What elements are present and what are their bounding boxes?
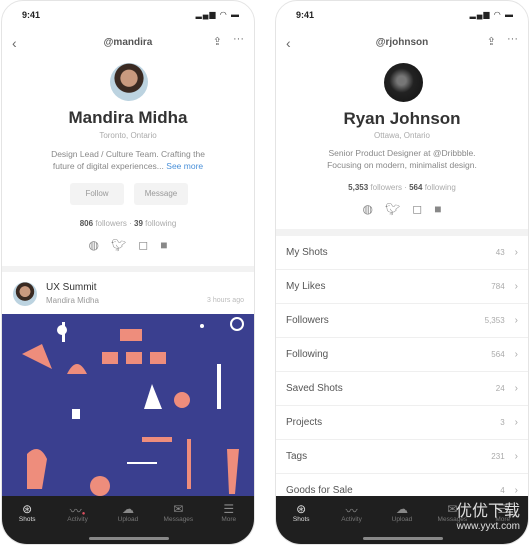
row-label: Goods for Sale (286, 485, 353, 496)
status-icons: ▂▄▆ ◠ ▬ (469, 10, 514, 19)
activity-icon: 〰● (69, 504, 86, 518)
chevron-right-icon: › (514, 451, 518, 462)
menu-row[interactable]: Saved Shots 24 › (276, 372, 528, 406)
more-icon[interactable]: ··· (233, 33, 244, 45)
profile-screen-rjohnson: 9:41 ▂▄▆ ◠ ▬ ‹ @rjohnson ⇪ ··· Ryan John… (275, 0, 529, 545)
row-count: 3 (500, 418, 505, 427)
row-count: 43 (495, 248, 505, 257)
twitter-icon[interactable]: 🐦︎ (111, 238, 126, 252)
row-count: 4 (500, 486, 505, 495)
more-icon[interactable]: ··· (507, 33, 518, 45)
row-label: Following (286, 349, 329, 360)
watermark: 优优下载 www.yyxt.com (455, 503, 520, 532)
see-more-link[interactable]: See more (166, 161, 203, 171)
dribbble-ball-icon: ⊛ (22, 502, 33, 516)
menu-icon: ☰ (223, 502, 235, 516)
row-count: 231 (491, 452, 505, 461)
post-title[interactable]: UX Summit (46, 282, 97, 293)
shot-image[interactable] (2, 314, 255, 498)
menu-row[interactable]: Following 564 › (276, 338, 528, 372)
twitter-icon[interactable]: 🐦︎ (385, 202, 400, 216)
row-count: 5,353 (484, 316, 505, 325)
globe-icon[interactable]: ◍ (363, 202, 373, 216)
menu-row[interactable]: My Shots 43 › (276, 236, 528, 270)
follow-stats: 5,353 followers · 564 following (348, 183, 456, 192)
profile-bio: Design Lead / Culture Team. Crafting the… (51, 149, 205, 171)
row-count: 784 (491, 282, 505, 291)
follow-button[interactable]: Follow (70, 183, 124, 205)
chevron-right-icon: › (514, 315, 518, 326)
row-label: My Shots (286, 247, 328, 258)
section-divider (276, 229, 528, 236)
message-button[interactable]: Message (134, 183, 188, 205)
chevron-right-icon: › (514, 349, 518, 360)
menu-row[interactable]: My Likes 784 › (276, 270, 528, 304)
tab-shots[interactable]: ⊛ Shots (3, 502, 51, 544)
globe-icon[interactable]: ◍ (89, 238, 99, 252)
dribbble-ball-icon: ⊛ (296, 502, 307, 516)
status-icons: ▂▄▆ ◠ ▬ (195, 10, 240, 19)
row-label: Tags (286, 451, 308, 462)
social-links: ◍ 🐦︎ ◻ ■ (276, 202, 528, 216)
chevron-right-icon: › (514, 383, 518, 394)
avatar (384, 63, 423, 102)
instagram-icon[interactable]: ◻ (138, 238, 148, 252)
follow-stats: 806 followers · 39 following (79, 219, 177, 228)
row-label: Followers (286, 315, 329, 326)
profile-location: Ottawa, Ontario (373, 131, 431, 140)
section-divider (2, 266, 254, 272)
chevron-right-icon: › (514, 417, 518, 428)
post-author[interactable]: Mandira Midha (46, 296, 99, 305)
menu-row[interactable]: Projects 3 › (276, 406, 528, 440)
profile-name: Ryan Johnson (343, 109, 461, 128)
row-count: 24 (495, 384, 505, 393)
profile-screen-mandira: 9:41 ▂▄▆ ◠ ▬ ‹ @mandira ⇪ ··· Mandira Mi… (1, 0, 255, 545)
nav-bar: ‹ @rjohnson ⇪ ··· (276, 33, 528, 51)
post-avatar (13, 282, 37, 306)
post-time: 3 hours ago (207, 297, 244, 304)
tab-more[interactable]: ☰ More (205, 502, 253, 544)
profile-name: Mandira Midha (68, 108, 188, 127)
mail-icon: ✉ (173, 502, 184, 516)
status-time: 9:41 (296, 10, 315, 20)
row-label: My Likes (286, 281, 326, 292)
instagram-icon[interactable]: ◻ (412, 202, 422, 216)
facebook-icon[interactable]: ■ (434, 202, 441, 216)
upload-cloud-icon: ☁ (395, 502, 408, 516)
upload-cloud-icon: ☁ (121, 502, 134, 516)
menu-row[interactable]: Followers 5,353 › (276, 304, 528, 338)
tab-shots[interactable]: ⊛ Shots (277, 502, 325, 544)
home-indicator (89, 537, 169, 540)
home-indicator (363, 537, 443, 540)
row-label: Saved Shots (286, 383, 343, 394)
chevron-right-icon: › (514, 281, 518, 292)
nav-bar: ‹ @mandira ⇪ ··· (2, 33, 254, 51)
share-icon[interactable]: ⇪ (487, 35, 496, 48)
chevron-right-icon: › (514, 247, 518, 258)
activity-icon: 〰 (345, 504, 358, 518)
share-icon[interactable]: ⇪ (213, 35, 222, 48)
chevron-right-icon: › (514, 485, 518, 496)
profile-location: Toronto, Ontario (99, 131, 157, 140)
row-count: 564 (491, 350, 505, 359)
avatar (110, 63, 148, 101)
row-label: Projects (286, 417, 323, 428)
profile-bio: Senior Product Designer at @Dribbble. Foc… (327, 148, 477, 170)
menu-row[interactable]: Tags 231 › (276, 440, 528, 474)
facebook-icon[interactable]: ■ (160, 238, 167, 252)
social-links: ◍ 🐦︎ ◻ ■ (2, 238, 254, 252)
status-time: 9:41 (22, 10, 41, 20)
